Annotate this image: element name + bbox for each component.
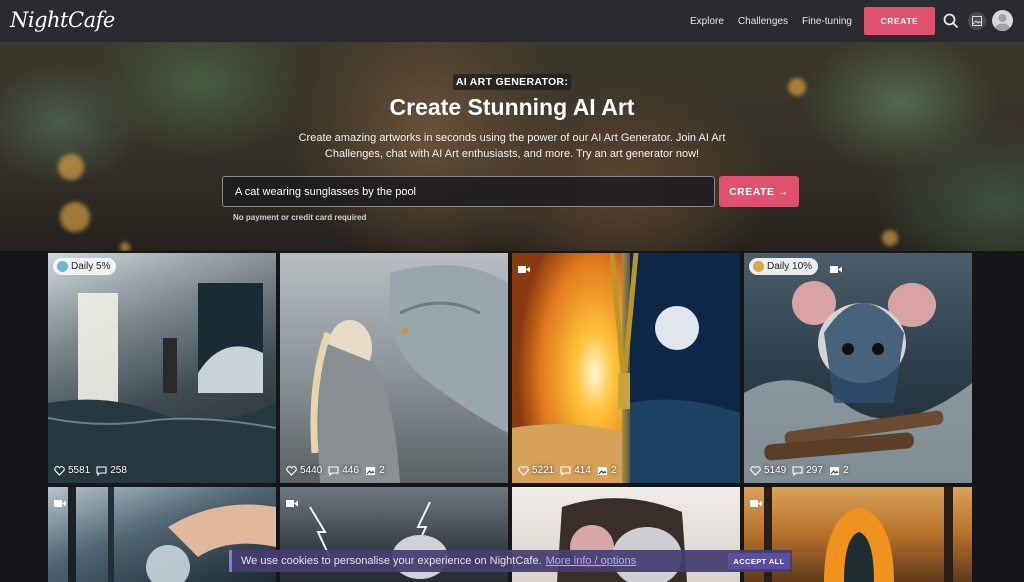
no-payment-note: No payment or credit card required (233, 213, 367, 222)
heart-icon (750, 465, 761, 476)
avatar[interactable] (992, 10, 1013, 31)
images-icon (597, 466, 607, 475)
nav-create-button[interactable]: CREATE (864, 7, 935, 35)
artwork-card[interactable]: Daily 10% 5149 297 2 (744, 253, 972, 483)
accept-all-button[interactable]: ACCEPT ALL (728, 553, 790, 569)
hero-badge: AI ART GENERATOR: (453, 74, 571, 90)
comment-icon (96, 465, 107, 476)
artwork-card[interactable]: Daily 5% 5581 258 (48, 253, 276, 483)
daily-badge: Daily 5% (53, 258, 117, 275)
heart-icon (54, 465, 65, 476)
hero-title: Create Stunning AI Art (389, 94, 635, 120)
video-icon (286, 495, 298, 507)
search-icon[interactable] (942, 12, 960, 30)
video-icon (518, 261, 530, 273)
images-icon (829, 466, 839, 475)
artwork-image (48, 283, 276, 483)
cookie-more-info-link[interactable]: More info / options (546, 555, 637, 567)
heart-icon (286, 465, 297, 476)
nightcafe-logo[interactable]: NightCafe (10, 8, 115, 32)
nav-link-explore[interactable]: Explore (690, 16, 724, 27)
artwork-card[interactable]: 5221 414 2 (512, 253, 740, 483)
daily-badge: Daily 10% (749, 258, 819, 275)
cookie-banner: We use cookies to personalise your exper… (229, 550, 792, 572)
prompt-input[interactable] (222, 176, 715, 207)
artwork-image (744, 281, 972, 483)
heart-icon (518, 465, 529, 476)
nav-links: Explore Challenges Fine-tuning (690, 0, 852, 42)
nav-link-challenges[interactable]: Challenges (738, 16, 788, 27)
comment-icon (792, 465, 803, 476)
card-stats: 5149 297 2 (750, 465, 849, 476)
card-stats: 5221 414 2 (518, 465, 617, 476)
comment-icon (328, 465, 339, 476)
trophy-icon (57, 261, 68, 272)
video-icon (54, 495, 66, 507)
video-icon (750, 495, 762, 507)
graduation-cap-icon (753, 261, 764, 272)
hero-create-button[interactable]: CREATE → (719, 176, 799, 207)
artwork-image (512, 253, 740, 483)
hero-description: Create amazing artworks in seconds using… (298, 132, 726, 160)
cookie-message: We use cookies to personalise your exper… (241, 555, 542, 567)
comment-icon (560, 465, 571, 476)
artwork-card[interactable]: 5440 446 2 (280, 253, 508, 483)
top-navbar: NightCafe Explore Challenges Fine-tuning… (0, 0, 1024, 42)
hero-banner: AI ART GENERATOR: Create Stunning AI Art… (0, 42, 1024, 251)
images-icon (365, 466, 375, 475)
nav-link-fine-tuning[interactable]: Fine-tuning (802, 16, 852, 27)
card-stats: 5581 258 (54, 465, 127, 476)
card-stats: 5440 446 2 (286, 465, 385, 476)
video-icon (830, 261, 842, 273)
artwork-grid: Daily 5% 5581 258 5440 446 2 5221 414 2 … (48, 253, 976, 582)
gallery-icon[interactable] (968, 12, 986, 30)
artwork-image (310, 265, 508, 483)
